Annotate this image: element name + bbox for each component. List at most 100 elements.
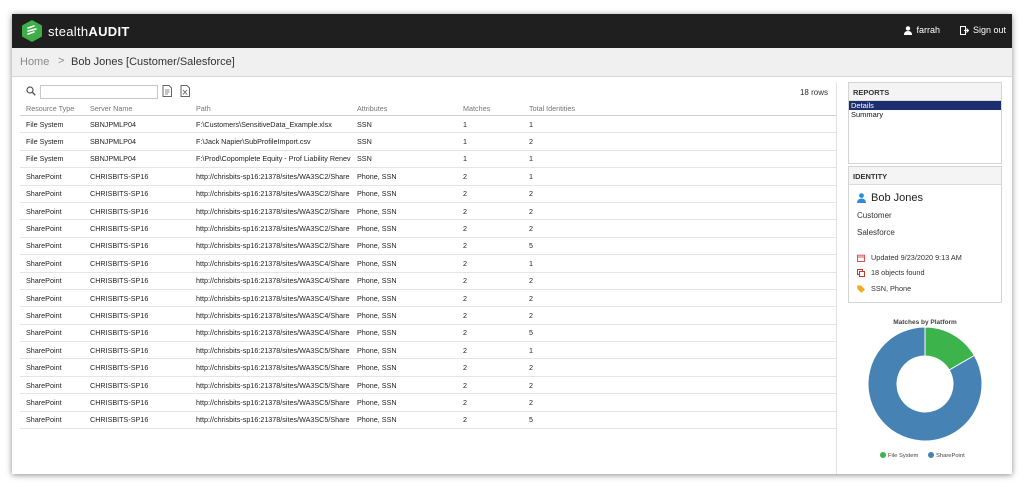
cell-matches: 2 bbox=[457, 167, 523, 186]
table-header-row: Resource Type Server Name Path Attribute… bbox=[20, 102, 836, 116]
table-body: File System SBNJPMLP04 F:\Customers\Sensit… bbox=[20, 115, 836, 430]
cell-matches: 1 bbox=[457, 150, 523, 169]
objects-text: 18 objects found bbox=[871, 268, 925, 277]
table-row[interactable]: SharePoint CHRISBITS-SP16 http://chrisbits… bbox=[20, 393, 836, 412]
cell-server-name: CHRISBITS-SP16 bbox=[84, 324, 190, 343]
cell-total-identities: 1 bbox=[523, 150, 836, 169]
reports-title: REPORTS bbox=[849, 83, 1001, 101]
table-row[interactable]: SharePoint CHRISBITS-SP16 http://chrisbits… bbox=[20, 272, 836, 290]
cell-path: http://chrisbits-sp16:21378/sites/WA3SC2… bbox=[190, 185, 351, 203]
table-row[interactable]: SharePoint CHRISBITS-SP16 http://chrisbits… bbox=[20, 341, 836, 360]
cell-resource-type: File System bbox=[20, 150, 84, 169]
column-header-total-identities[interactable]: Total Identities bbox=[523, 102, 836, 116]
user-name: farrah bbox=[916, 25, 940, 35]
export-excel-icon[interactable] bbox=[180, 85, 190, 97]
cell-matches: 1 bbox=[457, 115, 523, 134]
cell-path: http://chrisbits-sp16:21378/sites/WA3SC2… bbox=[190, 237, 351, 256]
user-menu[interactable]: farrah bbox=[904, 25, 940, 35]
table-row[interactable]: File System SBNJPMLP04 F:\Customers\Sensit… bbox=[20, 115, 836, 134]
table-row[interactable]: SharePoint CHRISBITS-SP16 http://chrisbits… bbox=[20, 219, 836, 238]
cell-attributes: Phone, SSN bbox=[351, 393, 457, 412]
chart-legend: File System SharePoint bbox=[880, 452, 965, 459]
cell-matches: 2 bbox=[457, 202, 523, 221]
cell-server-name: SBNJPMLP04 bbox=[84, 132, 190, 151]
legend-swatch-sharepoint[interactable] bbox=[928, 452, 934, 458]
cell-path: http://chrisbits-sp16:21378/sites/WA3SC5… bbox=[190, 358, 351, 377]
cell-attributes: SSN bbox=[351, 132, 457, 151]
cell-total-identities: 2 bbox=[523, 393, 836, 412]
cell-path: F:\Customers\SensitiveData_Example.xlsx bbox=[190, 115, 351, 134]
cell-path: F:\Prod\Copomplete Equity - Prof Liabili… bbox=[190, 150, 351, 169]
table-row[interactable]: SharePoint CHRISBITS-SP16 http://chrisbits… bbox=[20, 254, 836, 273]
cell-resource-type: SharePoint bbox=[20, 254, 84, 273]
chart-title: Matches by Platform bbox=[893, 319, 957, 326]
cell-matches: 2 bbox=[457, 411, 523, 430]
table-row[interactable]: SharePoint CHRISBITS-SP16 http://chrisbits… bbox=[20, 324, 836, 343]
identity-name-text: Bob Jones bbox=[871, 192, 923, 204]
cell-matches: 2 bbox=[457, 393, 523, 412]
table-row[interactable]: SharePoint CHRISBITS-SP16 http://chrisbits… bbox=[20, 237, 836, 256]
cell-attributes: Phone, SSN bbox=[351, 358, 457, 377]
cell-server-name: CHRISBITS-SP16 bbox=[84, 254, 190, 273]
cell-matches: 2 bbox=[457, 289, 523, 308]
brand-logo[interactable]: stealthAUDIT bbox=[22, 20, 130, 42]
table-row[interactable]: SharePoint CHRISBITS-SP16 http://chrisbits… bbox=[20, 376, 836, 395]
breadcrumb-home-link[interactable]: Home bbox=[20, 56, 49, 68]
cell-total-identities: 5 bbox=[523, 411, 836, 430]
cell-matches: 2 bbox=[457, 376, 523, 395]
page-title: Bob Jones [Customer/Salesforce] bbox=[71, 56, 235, 68]
table-row[interactable]: SharePoint CHRISBITS-SP16 http://chrisbits… bbox=[20, 167, 836, 186]
cell-total-identities: 2 bbox=[523, 185, 836, 203]
calendar-icon bbox=[857, 254, 865, 262]
sign-out-icon bbox=[959, 25, 969, 35]
export-pdf-icon[interactable] bbox=[162, 85, 172, 97]
cell-server-name: CHRISBITS-SP16 bbox=[84, 167, 190, 186]
cell-resource-type: SharePoint bbox=[20, 358, 84, 377]
cell-matches: 1 bbox=[457, 132, 523, 151]
legend-label-file-system: File System bbox=[888, 453, 918, 459]
details-grid-panel: 18 rows Resource Type Server Name Path A… bbox=[20, 82, 837, 474]
search-icon[interactable] bbox=[26, 86, 36, 96]
search-input[interactable] bbox=[40, 85, 158, 99]
table-row[interactable]: SharePoint CHRISBITS-SP16 http://chrisbits… bbox=[20, 306, 836, 325]
cell-matches: 2 bbox=[457, 324, 523, 343]
column-header-attributes[interactable]: Attributes bbox=[351, 102, 457, 116]
cell-matches: 2 bbox=[457, 237, 523, 256]
cell-path: http://chrisbits-sp16:21378/sites/WA3SC5… bbox=[190, 341, 351, 360]
table-row[interactable]: File System SBNJPMLP04 F:\Jack Napier\SubP… bbox=[20, 132, 836, 151]
breadcrumb: Home > Bob Jones [Customer/Salesforce] bbox=[12, 48, 1012, 77]
report-item-summary[interactable]: Summary bbox=[849, 110, 1001, 119]
cell-path: http://chrisbits-sp16:21378/sites/WA3SC2… bbox=[190, 202, 351, 221]
legend-swatch-file-system[interactable] bbox=[880, 452, 886, 458]
column-header-server-name[interactable]: Server Name bbox=[84, 102, 190, 116]
cell-total-identities: 1 bbox=[523, 341, 836, 360]
cell-attributes: Phone, SSN bbox=[351, 237, 457, 256]
table-row[interactable]: SharePoint CHRISBITS-SP16 http://chrisbits… bbox=[20, 411, 836, 430]
cell-attributes: Phone, SSN bbox=[351, 411, 457, 430]
table-row[interactable]: SharePoint CHRISBITS-SP16 http://chrisbits… bbox=[20, 289, 836, 308]
attributes-text: SSN, Phone bbox=[871, 284, 912, 293]
cell-path: http://chrisbits-sp16:21378/sites/WA3SC2… bbox=[190, 167, 351, 186]
report-item-details[interactable]: Details bbox=[849, 101, 1001, 110]
cell-server-name: CHRISBITS-SP16 bbox=[84, 185, 190, 203]
table-row[interactable]: SharePoint CHRISBITS-SP16 http://chrisbits… bbox=[20, 358, 836, 377]
table-row[interactable]: File System SBNJPMLP04 F:\Prod\Copomplete … bbox=[20, 150, 836, 169]
sign-out-button[interactable]: Sign out bbox=[959, 25, 1006, 35]
updated-text: Updated 9/23/2020 9:13 AM bbox=[871, 253, 962, 262]
identity-name: Bob Jones bbox=[857, 192, 923, 204]
cell-resource-type: SharePoint bbox=[20, 324, 84, 343]
cell-path: http://chrisbits-sp16:21378/sites/WA3SC4… bbox=[190, 306, 351, 325]
table-row[interactable]: SharePoint CHRISBITS-SP16 http://chrisbits… bbox=[20, 202, 836, 221]
cell-server-name: SBNJPMLP04 bbox=[84, 150, 190, 169]
cell-attributes: Phone, SSN bbox=[351, 272, 457, 290]
identity-type: Customer bbox=[857, 211, 892, 220]
cell-resource-type: File System bbox=[20, 132, 84, 151]
column-header-matches[interactable]: Matches bbox=[457, 102, 523, 116]
cell-path: F:\Jack Napier\SubProfileImport.csv bbox=[190, 132, 351, 151]
cell-server-name: CHRISBITS-SP16 bbox=[84, 358, 190, 377]
column-header-path[interactable]: Path bbox=[190, 102, 351, 116]
cell-path: http://chrisbits-sp16:21378/sites/WA3SC4… bbox=[190, 254, 351, 273]
table-row[interactable]: SharePoint CHRISBITS-SP16 http://chrisbits… bbox=[20, 185, 836, 203]
column-header-resource-type[interactable]: Resource Type bbox=[20, 102, 84, 116]
cell-attributes: SSN bbox=[351, 115, 457, 134]
